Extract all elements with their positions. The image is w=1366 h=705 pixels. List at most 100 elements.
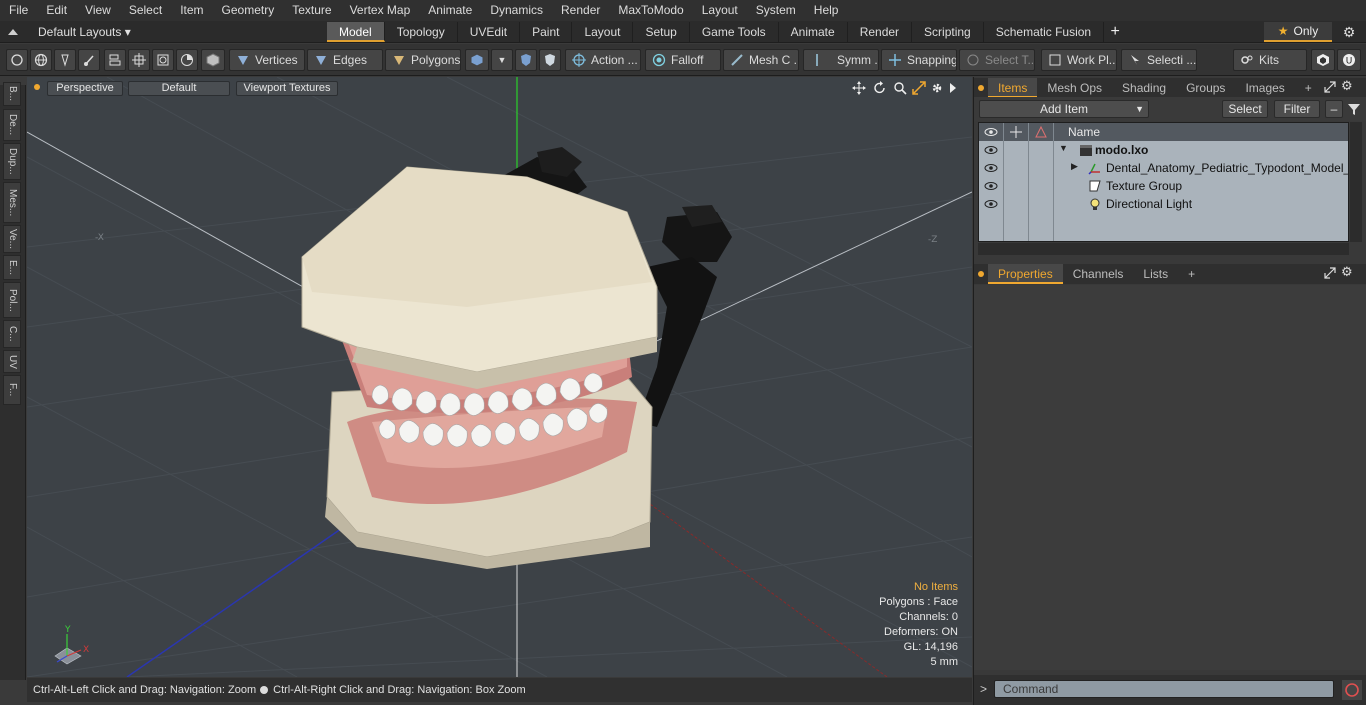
properties-maximize-icon[interactable] bbox=[1324, 267, 1336, 279]
tab-render[interactable]: Render bbox=[848, 22, 913, 42]
work-plane-button[interactable]: Work Pl... bbox=[1041, 49, 1117, 71]
vertices-mode-button[interactable]: Vertices bbox=[229, 49, 305, 71]
item-mode-button[interactable] bbox=[201, 49, 225, 71]
mesh-constraint-button[interactable]: Mesh C ... bbox=[723, 49, 799, 71]
tab-images[interactable]: Images bbox=[1235, 78, 1294, 98]
brush-button[interactable] bbox=[78, 49, 100, 71]
left-strip-tab[interactable]: C... bbox=[3, 320, 21, 348]
items-panel-gear-icon[interactable]: ⚙ bbox=[1341, 78, 1353, 94]
tab-uvedit[interactable]: UVEdit bbox=[458, 22, 521, 42]
tab-channels[interactable]: Channels bbox=[1063, 264, 1134, 284]
tab-layout[interactable]: Layout bbox=[572, 22, 634, 42]
command-input[interactable]: Command bbox=[994, 680, 1334, 698]
menu-item-edit[interactable]: Edit bbox=[37, 0, 76, 21]
left-strip-tab[interactable]: F... bbox=[3, 375, 21, 405]
tab-shading[interactable]: Shading bbox=[1112, 78, 1176, 98]
items-horizontal-scrollbar[interactable] bbox=[978, 243, 1349, 255]
menu-item-animate[interactable]: Animate bbox=[419, 0, 481, 21]
polygons-mode-button[interactable]: Polygons bbox=[385, 49, 461, 71]
symmetry-shield-button[interactable] bbox=[515, 49, 537, 71]
menu-item-texture[interactable]: Texture bbox=[283, 0, 340, 21]
tab-items[interactable]: Items bbox=[988, 78, 1038, 98]
only-toggle[interactable]: ★ Only bbox=[1264, 22, 1332, 42]
left-strip-tab[interactable]: Pol... bbox=[3, 282, 21, 318]
snap-box-button[interactable] bbox=[152, 49, 174, 71]
pan-icon[interactable] bbox=[852, 81, 866, 95]
menu-item-file[interactable]: File bbox=[0, 0, 37, 21]
left-strip-tab[interactable]: UV bbox=[3, 350, 21, 373]
pie-button[interactable] bbox=[176, 49, 198, 71]
tab-setup[interactable]: Setup bbox=[633, 22, 690, 42]
material-dropdown-button[interactable]: ▼ bbox=[491, 49, 513, 71]
add-tab-button[interactable]: + bbox=[1104, 22, 1126, 42]
menu-item-view[interactable]: View bbox=[76, 0, 120, 21]
menu-item-geometry[interactable]: Geometry bbox=[213, 0, 284, 21]
menu-item-layout[interactable]: Layout bbox=[693, 0, 747, 21]
menu-item-render[interactable]: Render bbox=[552, 0, 609, 21]
left-strip-tab[interactable]: Ve... bbox=[3, 225, 21, 253]
viewport-textures-button[interactable]: Viewport Textures bbox=[236, 81, 338, 96]
default-layouts-dropdown[interactable]: Default Layouts ▾ bbox=[6, 23, 131, 41]
edges-mode-button[interactable]: Edges bbox=[307, 49, 383, 71]
tab-properties[interactable]: Properties bbox=[988, 264, 1063, 284]
expand-triangle-icon[interactable]: ▼ bbox=[1059, 143, 1068, 153]
maximize-icon[interactable] bbox=[912, 81, 926, 95]
items-vertical-scrollbar[interactable] bbox=[1350, 122, 1362, 242]
rotate-icon[interactable] bbox=[873, 81, 887, 95]
tab-paint[interactable]: Paint bbox=[520, 22, 573, 42]
viewport-expand-arrow-icon[interactable] bbox=[948, 82, 958, 94]
align-button[interactable] bbox=[104, 49, 126, 71]
material-mode-button[interactable] bbox=[465, 49, 489, 71]
list-item-directional-light[interactable]: Directional Light bbox=[979, 195, 1348, 213]
funnel-icon[interactable] bbox=[1347, 102, 1361, 116]
menu-item-system[interactable]: System bbox=[747, 0, 805, 21]
transform-button[interactable] bbox=[128, 49, 150, 71]
left-strip-tab[interactable]: B... bbox=[3, 82, 21, 106]
action-center-button[interactable]: Action ... bbox=[565, 49, 641, 71]
menu-item-dynamics[interactable]: Dynamics bbox=[481, 0, 552, 21]
pen-button[interactable] bbox=[54, 49, 76, 71]
unreal-button[interactable]: U bbox=[1337, 49, 1361, 71]
visibility-eye-icon[interactable] bbox=[984, 197, 998, 211]
list-item-texture-group[interactable]: Texture Group bbox=[979, 177, 1348, 195]
menu-item-vertex-map[interactable]: Vertex Map bbox=[341, 0, 420, 21]
visibility-eye-icon[interactable] bbox=[984, 179, 998, 193]
expand-triangle-icon[interactable]: ▶ bbox=[1071, 161, 1078, 172]
soft-select-button[interactable] bbox=[539, 49, 561, 71]
add-panel-tab-button[interactable]: + bbox=[1178, 264, 1205, 284]
record-icon[interactable] bbox=[1342, 680, 1362, 700]
tab-mesh-ops[interactable]: Mesh Ops bbox=[1037, 78, 1112, 98]
left-strip-tab[interactable]: Dup... bbox=[3, 143, 21, 180]
symmetry-button[interactable]: Symm ... bbox=[803, 49, 879, 71]
list-item-dental-model[interactable]: ▶ Dental_Anatomy_Pediatric_Typodont_Mode… bbox=[979, 159, 1348, 177]
tab-lists[interactable]: Lists bbox=[1133, 264, 1178, 284]
visibility-eye-icon[interactable] bbox=[984, 161, 998, 175]
falloff-button[interactable]: Falloff bbox=[645, 49, 721, 71]
visibility-eye-icon[interactable] bbox=[984, 143, 998, 157]
left-strip-tab[interactable]: E... bbox=[3, 255, 21, 280]
unity-button[interactable] bbox=[1311, 49, 1335, 71]
add-panel-tab-button[interactable]: + bbox=[1295, 78, 1322, 98]
menu-item-maxtomodo[interactable]: MaxToModo bbox=[609, 0, 692, 21]
viewport-gear-icon[interactable] bbox=[930, 81, 944, 95]
default-shading-button[interactable]: Default bbox=[128, 81, 230, 96]
kits-button[interactable]: Kits bbox=[1233, 49, 1307, 71]
menu-item-item[interactable]: Item bbox=[171, 0, 212, 21]
gear-icon[interactable]: ⚙ bbox=[1340, 23, 1358, 41]
3d-viewport[interactable]: -X -Z Perspective Default Viewport Textu… bbox=[27, 77, 972, 677]
tab-schematic-fusion[interactable]: Schematic Fusion bbox=[984, 22, 1105, 42]
add-item-button[interactable]: Add Item ▼ bbox=[979, 100, 1149, 118]
items-panel-maximize-icon[interactable] bbox=[1324, 81, 1336, 93]
select-button[interactable]: Select bbox=[1222, 100, 1268, 118]
tab-animate[interactable]: Animate bbox=[779, 22, 848, 42]
tab-topology[interactable]: Topology bbox=[385, 22, 458, 42]
globe-button[interactable] bbox=[30, 49, 52, 71]
tab-game-tools[interactable]: Game Tools bbox=[690, 22, 779, 42]
properties-gear-icon[interactable]: ⚙ bbox=[1341, 264, 1353, 280]
perspective-button[interactable]: Perspective bbox=[47, 81, 123, 96]
select-through-button[interactable]: Select T... bbox=[959, 49, 1035, 71]
filter-button[interactable]: Filter bbox=[1274, 100, 1320, 118]
tab-model[interactable]: Model bbox=[327, 22, 385, 42]
left-strip-tab[interactable]: De... bbox=[3, 109, 21, 141]
collapse-button[interactable]: – bbox=[1325, 100, 1343, 118]
